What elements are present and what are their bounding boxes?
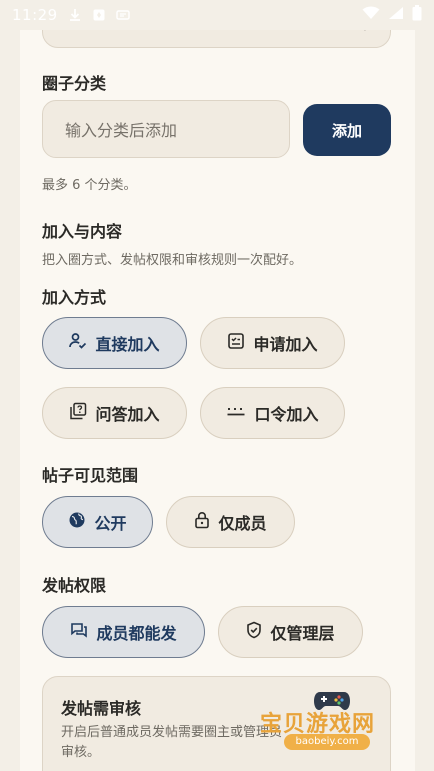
post-permission-option-label: 成员都能发 (96, 624, 177, 643)
lock-icon (194, 511, 210, 533)
signal-icon (388, 6, 404, 24)
category-hint: 最多 6 个分类。 (42, 178, 137, 193)
review-desc: 开启后普通成员发帖需要圈主或管理员审核。 (61, 725, 283, 760)
join-option-apply[interactable]: 申请加入 (200, 317, 345, 369)
visibility-option-label: 公开 (94, 514, 127, 533)
person-check-icon (69, 332, 87, 354)
shield-icon (246, 621, 262, 643)
join-option-password[interactable]: 口令加入 (200, 387, 345, 439)
join-option-label: 问答加入 (95, 405, 160, 424)
join-mode-title: 加入方式 (42, 288, 107, 307)
post-permission-option-label: 仅管理层 (270, 624, 335, 643)
globe-icon (68, 511, 86, 533)
join-option-qa[interactable]: 问答加入 (42, 387, 187, 439)
post-permission-option-all[interactable]: 成员都能发 (42, 606, 205, 658)
visibility-option-members[interactable]: 仅成员 (166, 496, 295, 548)
password-icon (226, 402, 246, 424)
status-bar: 11:29 (0, 0, 434, 30)
category-title: 圈子分类 (42, 74, 107, 93)
visibility-title: 帖子可见范围 (42, 466, 139, 485)
review-title: 发帖需审核 (61, 699, 142, 718)
chat-icon (70, 621, 88, 643)
battery-icon (412, 5, 422, 25)
notification-icon (92, 8, 106, 22)
join-content-title: 加入与内容 (42, 222, 123, 241)
join-content-desc: 把入圈方式、发帖权限和审核规则一次配好。 (42, 253, 303, 268)
sim-icon (116, 9, 130, 21)
visibility-option-public[interactable]: 公开 (42, 496, 153, 548)
download-icon (68, 8, 82, 22)
watermark-logo: 宝贝游戏网 baobeiy.com (258, 680, 408, 752)
application-icon (227, 332, 245, 354)
question-icon (69, 402, 87, 424)
post-permission-title: 发帖权限 (42, 576, 107, 595)
add-category-button[interactable]: 添加 (303, 104, 391, 156)
join-option-label: 申请加入 (253, 335, 318, 354)
watermark-url: baobeiy.com (284, 734, 370, 750)
category-input-placeholder: 输入分类后添加 (65, 121, 178, 140)
status-time: 11:29 (12, 6, 58, 24)
visibility-option-label: 仅成员 (218, 514, 267, 533)
join-option-direct[interactable]: 直接加入 (42, 317, 187, 369)
join-option-label: 直接加入 (95, 335, 160, 354)
post-permission-option-admins[interactable]: 仅管理层 (218, 606, 363, 658)
join-option-label: 口令加入 (254, 405, 319, 424)
wifi-icon (362, 6, 380, 24)
category-input[interactable]: 输入分类后添加 (42, 100, 290, 158)
form-card: 圈子分类 输入分类后添加 添加 最多 6 个分类。 加入与内容 把入圈方式、发帖… (20, 0, 415, 771)
